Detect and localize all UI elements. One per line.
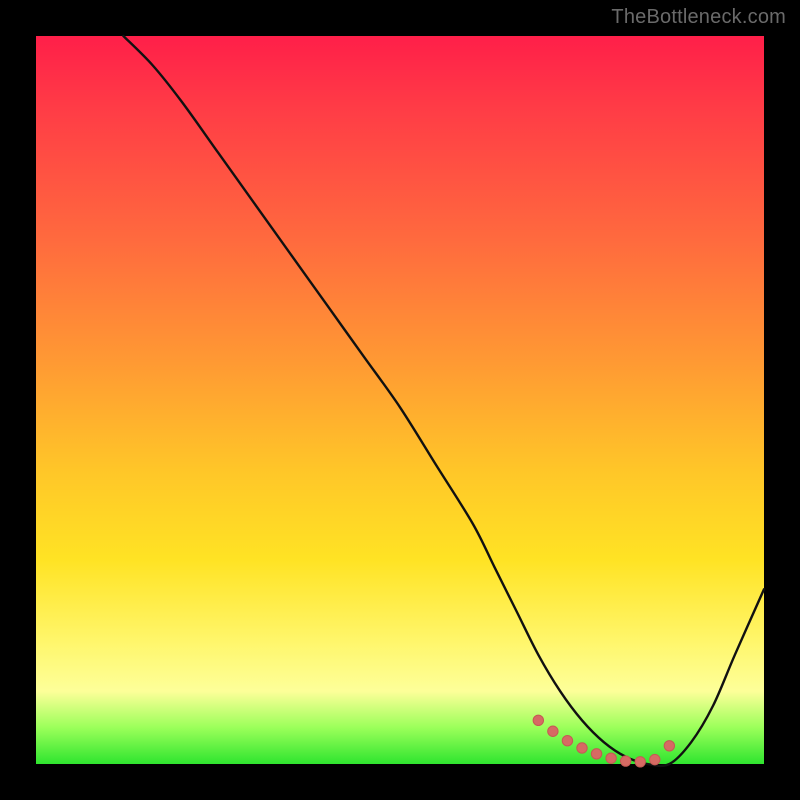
curve-layer: [36, 36, 764, 764]
trough-marker: [664, 741, 674, 751]
trough-marker: [591, 749, 601, 759]
trough-marker: [606, 753, 616, 763]
chart-frame: TheBottleneck.com: [0, 0, 800, 800]
trough-marker: [650, 754, 660, 764]
bottleneck-curve: [123, 36, 764, 766]
plot-area: [36, 36, 764, 764]
trough-marker: [533, 715, 543, 725]
trough-marker: [562, 736, 572, 746]
trough-marker: [548, 726, 558, 736]
trough-marker: [635, 757, 645, 767]
watermark-text: TheBottleneck.com: [611, 6, 786, 29]
trough-marker: [620, 756, 630, 766]
trough-marker: [577, 743, 587, 753]
